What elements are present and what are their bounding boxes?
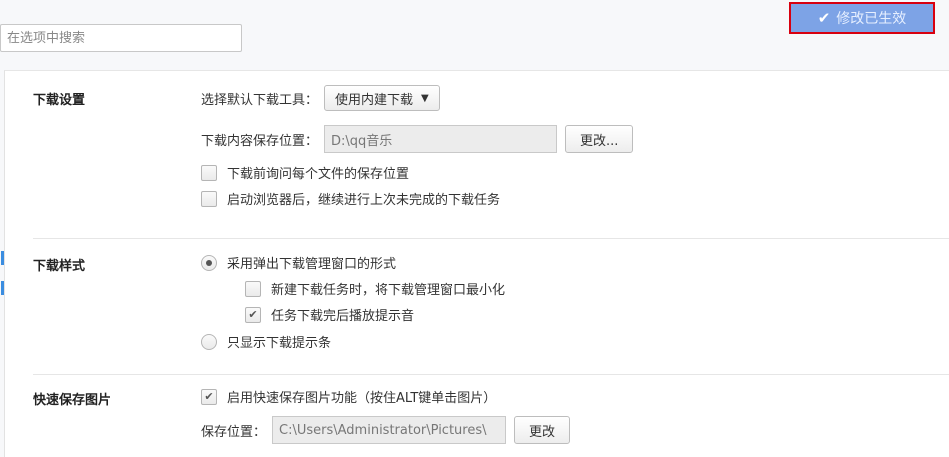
save-location-row: 下载内容保存位置： D:\qq音乐 更改... [201,125,634,153]
status-badge-label: 修改已生效 [836,11,907,27]
left-accent-marker [1,251,4,265]
sound-on-complete-checkbox[interactable]: ✔ [245,306,261,323]
status-badge: ✔ 修改已生效 [789,2,935,34]
change-save-location-button[interactable]: 更改... [565,125,634,153]
settings-panel: 下载设置 选择默认下载工具： 使用内建下载 ▼ 下载内容保存位置： D:\qq音… [1,70,949,457]
default-tool-dropdown[interactable]: 使用内建下载 ▼ [324,85,440,111]
save-location-field[interactable]: D:\qq音乐 [324,125,558,153]
quick-save-enable-checkbox[interactable]: ✔ [201,388,217,405]
change-quick-save-location-button[interactable]: 更改 [514,416,571,444]
top-bar: ✔ 修改已生效 [0,0,949,70]
bar-only-mode-radio[interactable] [201,333,217,350]
section-title-quick-save-image: 快速保存图片 [33,393,112,408]
ask-each-file-checkbox[interactable] [201,164,217,181]
section-title-download-style: 下载样式 [33,259,86,274]
sound-on-complete-option[interactable]: ✔ 任务下载完后播放提示音 [245,305,414,324]
ask-each-file-label: 下载前询问每个文件的保存位置 [227,167,410,182]
default-tool-label: 选择默认下载工具： [201,92,319,108]
resume-on-start-checkbox[interactable] [201,190,217,207]
minimize-on-new-label: 新建下载任务时，将下载管理窗口最小化 [271,283,506,298]
resume-on-start-option[interactable]: 启动浏览器后，继续进行上次未完成的下载任务 [201,189,500,208]
bar-only-mode-option[interactable]: 只显示下载提示条 [201,332,331,351]
quick-save-enable-option[interactable]: ✔ 启用快速保存图片功能（按住ALT键单击图片） [201,387,496,406]
resume-on-start-label: 启动浏览器后，继续进行上次未完成的下载任务 [227,193,501,208]
bar-only-mode-label: 只显示下载提示条 [227,336,332,351]
minimize-on-new-checkbox[interactable] [245,280,261,297]
sound-on-complete-label: 任务下载完后播放提示音 [271,309,415,324]
popup-mode-radio[interactable] [201,254,217,271]
check-icon: ✔ [817,9,831,27]
popup-mode-option[interactable]: 采用弹出下载管理窗口的形式 [201,253,396,272]
dropdown-arrow-icon: ▼ [421,92,429,104]
quick-save-location-label: 保存位置： [201,424,267,440]
quick-save-location-field[interactable]: C:\Users\Administrator\Pictures\ [272,416,507,444]
minimize-on-new-option[interactable]: 新建下载任务时，将下载管理窗口最小化 [245,279,505,298]
quick-save-location-row: 保存位置： C:\Users\Administrator\Pictures\ 更… [201,416,571,444]
left-accent-marker [1,281,4,295]
search-input[interactable] [0,24,242,52]
popup-mode-label: 采用弹出下载管理窗口的形式 [227,257,397,272]
default-tool-value: 使用内建下载 [335,92,414,108]
ask-each-file-option[interactable]: 下载前询问每个文件的保存位置 [201,163,409,182]
section-divider [33,374,949,375]
quick-save-enable-label: 启用快速保存图片功能（按住ALT键单击图片） [227,391,497,406]
section-divider [33,238,949,239]
section-title-download-settings: 下载设置 [33,93,86,108]
default-tool-row: 选择默认下载工具： 使用内建下载 ▼ [201,85,440,111]
save-location-label: 下载内容保存位置： [201,133,319,149]
